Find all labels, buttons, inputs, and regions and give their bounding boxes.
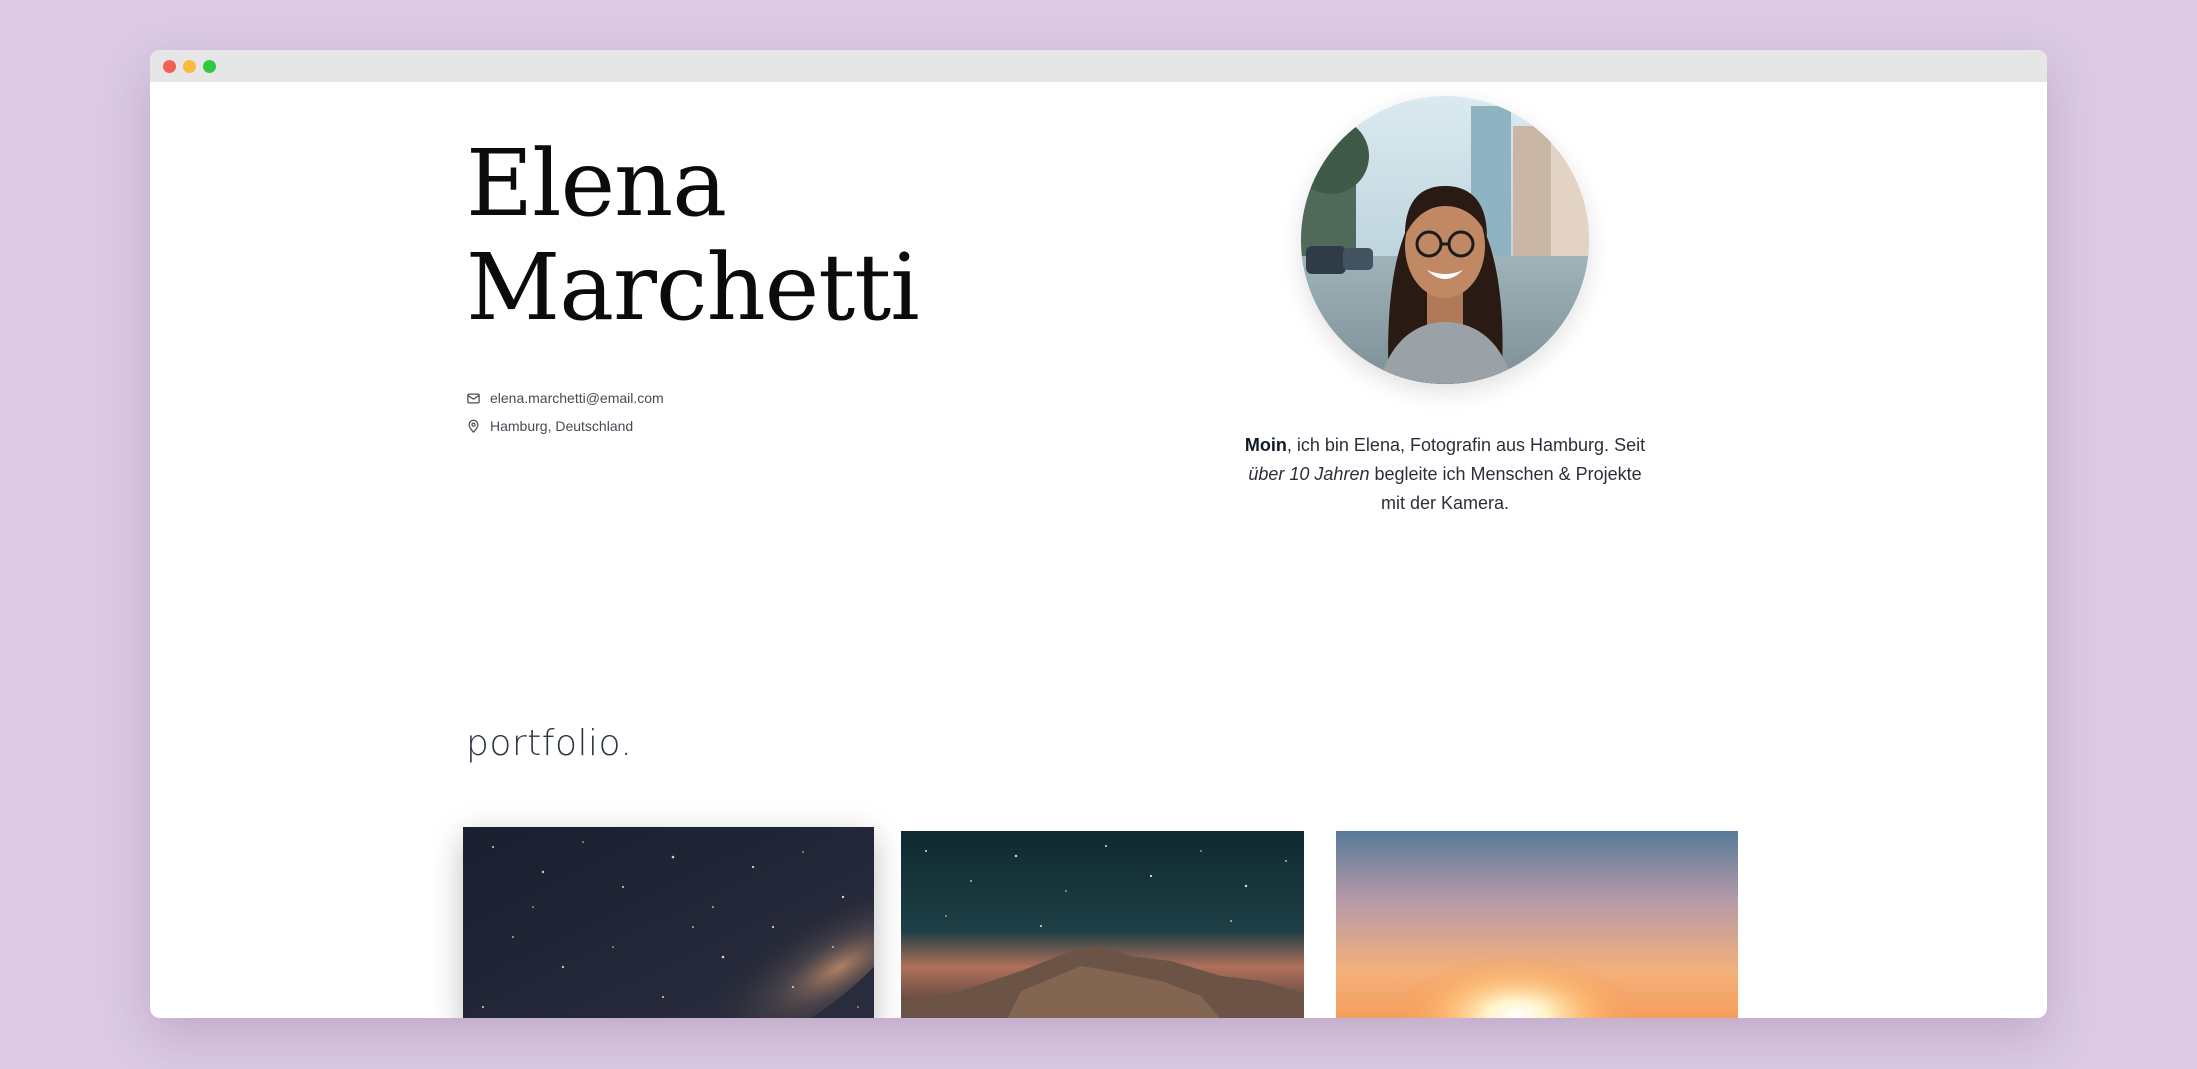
- sunset-photo: [1336, 831, 1738, 1018]
- last-name: Marchetti: [466, 234, 920, 341]
- mountain-night-photo: [901, 831, 1304, 1018]
- email-link[interactable]: elena.marchetti@email.com: [490, 390, 664, 406]
- location-text: Hamburg, Deutschland: [490, 418, 634, 434]
- window-titlebar: [150, 50, 2047, 82]
- bio-part1: , ich bin Elena, Fotografin aus Hamburg.…: [1286, 435, 1646, 455]
- avatar: [1301, 96, 1589, 384]
- portfolio-item-milky-way[interactable]: [463, 827, 874, 1018]
- map-pin-icon: [468, 419, 479, 433]
- milky-way-photo: [463, 827, 874, 1018]
- first-name: Elena: [466, 130, 727, 237]
- mail-icon: [467, 393, 480, 403]
- contact-info: elena.marchetti@email.com Hamburg, Deuts…: [466, 384, 664, 440]
- bio-greeting: Moin: [1244, 435, 1287, 455]
- browser-window: Elena Marchetti elena.marchetti@email.co…: [150, 50, 2047, 1018]
- portfolio-heading: portfolio.: [466, 723, 633, 764]
- portfolio-item-sunset[interactable]: [1336, 831, 1738, 1018]
- portfolio-item-mountains[interactable]: [901, 831, 1304, 1018]
- location-row: Hamburg, Deutschland: [466, 412, 664, 440]
- bio-part2: begleite ich Menschen & Projekte mit der…: [1369, 464, 1642, 513]
- page-title: Elena Marchetti: [466, 130, 920, 341]
- bio-emphasis: über 10 Jahren: [1248, 464, 1370, 484]
- portrait-photo: [1301, 96, 1589, 384]
- page-content[interactable]: Elena Marchetti elena.marchetti@email.co…: [150, 82, 2047, 1018]
- minimize-window-button[interactable]: [183, 60, 196, 73]
- bio-text: Moin, ich bin Elena, Fotografin aus Hamb…: [1242, 431, 1648, 518]
- maximize-window-button[interactable]: [203, 60, 216, 73]
- close-window-button[interactable]: [163, 60, 176, 73]
- email-row[interactable]: elena.marchetti@email.com: [466, 384, 664, 412]
